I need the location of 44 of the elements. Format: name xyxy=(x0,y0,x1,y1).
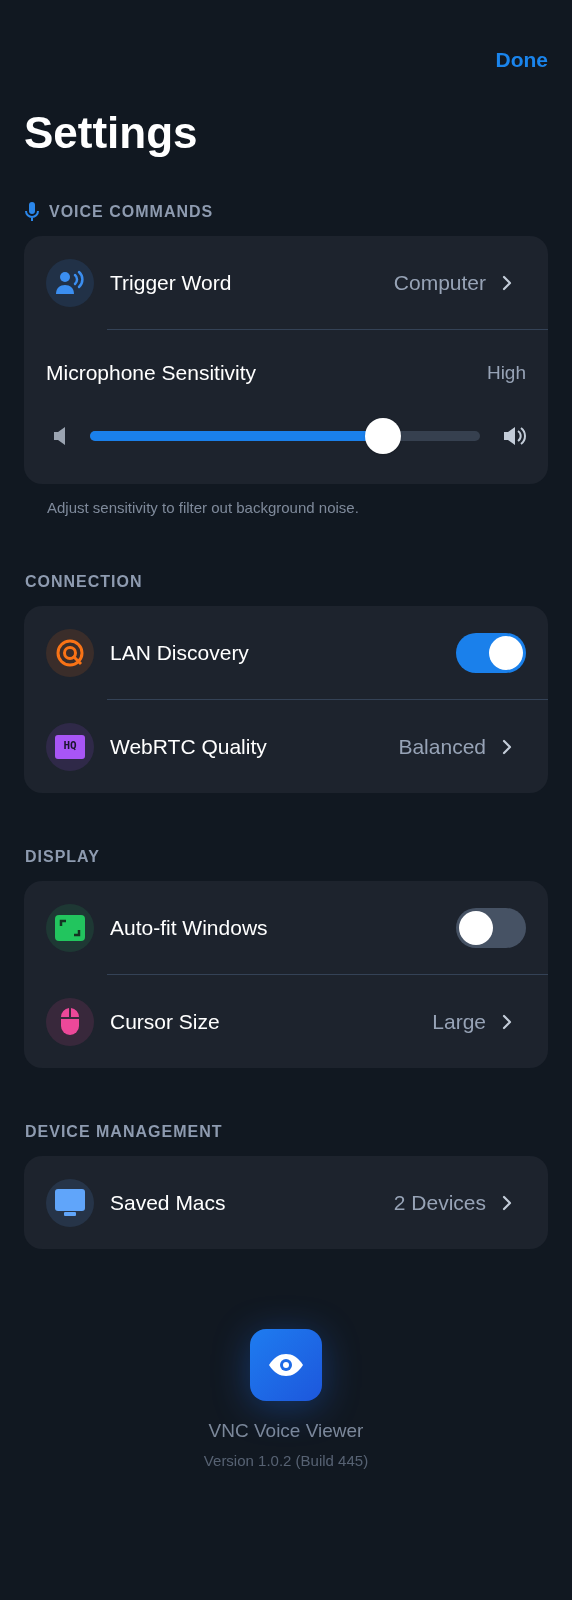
row-label: Trigger Word xyxy=(110,269,233,296)
footnote-text: Adjust sensitivity to filter out background noise. xyxy=(46,498,360,518)
slider[interactable] xyxy=(90,418,480,454)
target-icon xyxy=(55,637,85,668)
row-label: WebRTC Quality xyxy=(110,733,268,760)
toggle-switch[interactable] xyxy=(456,632,526,673)
speaking-person-icon xyxy=(55,269,85,296)
mouse-icon xyxy=(59,1006,81,1037)
settings-row[interactable]: HQ WebRTC Quality Balanced xyxy=(24,700,548,793)
page-title: Settings xyxy=(24,107,199,159)
chevron-right-icon xyxy=(502,1013,512,1030)
row-value: Balanced xyxy=(398,733,486,760)
monitor-icon xyxy=(55,1188,85,1217)
section-header: CONNECTION xyxy=(25,572,143,592)
settings-row[interactable]: Saved Macs 2 Devices xyxy=(24,1156,548,1249)
row-label: Auto-fit Windows xyxy=(110,914,269,941)
row-label: Microphone Sensitivity xyxy=(46,360,257,386)
section-header: VOICE COMMANDS xyxy=(49,202,214,222)
chevron-right-icon xyxy=(502,738,512,755)
version-text: Version 1.0.2 (Build 445) xyxy=(203,1451,369,1471)
row-label: LAN Discovery xyxy=(110,639,250,666)
row-label: Saved Macs xyxy=(110,1189,227,1216)
fit-screen-icon xyxy=(55,914,85,941)
eye-app-icon xyxy=(250,1329,322,1401)
row-value: High xyxy=(486,361,526,385)
settings-row[interactable]: Auto-fit Windows xyxy=(24,881,548,974)
settings-row[interactable]: LAN Discovery xyxy=(24,606,548,699)
hq-badge-icon: HQ xyxy=(55,734,85,759)
row-value: Computer xyxy=(393,269,486,296)
row-value: 2 Devices xyxy=(393,1189,486,1216)
chevron-right-icon xyxy=(502,274,512,291)
toggle-switch[interactable] xyxy=(456,907,526,948)
section-header: DEVICE MANAGEMENT xyxy=(25,1122,223,1142)
volume-low-icon xyxy=(54,427,66,445)
settings-row[interactable]: Trigger Word Computer xyxy=(24,236,548,329)
volume-high-icon xyxy=(504,426,526,446)
row-label: Cursor Size xyxy=(110,1008,221,1035)
app-name: VNC Voice Viewer xyxy=(208,1419,364,1443)
section-header: DISPLAY xyxy=(25,847,100,867)
chevron-right-icon xyxy=(502,1194,512,1211)
slider-thumb[interactable] xyxy=(364,418,401,454)
row-value: Large xyxy=(432,1008,486,1035)
settings-row[interactable]: Cursor Size Large xyxy=(24,975,548,1068)
done-button[interactable]: Done xyxy=(495,45,548,75)
